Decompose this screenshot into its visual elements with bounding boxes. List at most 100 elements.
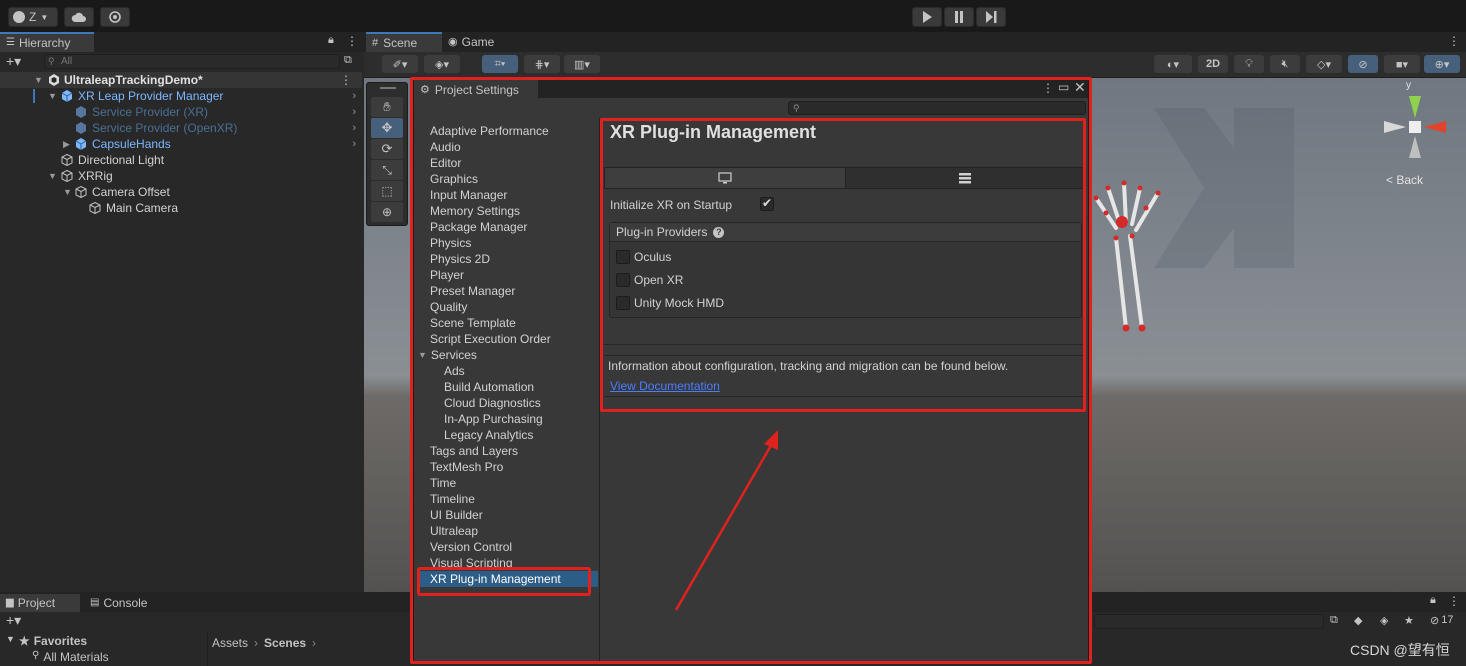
- account-dropdown[interactable]: Z ▼: [8, 7, 58, 27]
- fold-arrow-icon: ▶: [63, 139, 70, 149]
- kebab-menu-icon[interactable]: ⋮: [346, 34, 358, 48]
- breadcrumb: Assets › Scenes ›: [212, 636, 316, 650]
- transform-tool-button[interactable]: ⊕: [371, 202, 403, 222]
- hierarchy-item-label: Camera Offset: [92, 185, 170, 199]
- transform-icon: ⊕: [381, 205, 393, 219]
- tab-game[interactable]: ◉ Game: [444, 32, 514, 52]
- scale-icon: ⤡: [382, 163, 392, 177]
- step-button[interactable]: [976, 7, 1006, 27]
- shading-dropdown[interactable]: ◈▾: [424, 55, 460, 73]
- hierarchy-item[interactable]: ▼ Camera Offset: [0, 184, 362, 200]
- scale-tool-button[interactable]: ⤡: [371, 160, 403, 180]
- collab-button[interactable]: [100, 7, 130, 27]
- hierarchy-add-button[interactable]: +▾: [6, 53, 21, 70]
- chevron-right-icon[interactable]: ›: [352, 88, 356, 104]
- chevron-right-icon[interactable]: ›: [352, 120, 356, 136]
- rotate-tool-button[interactable]: ⟳: [371, 139, 403, 159]
- gameobject-cube-icon: [61, 154, 73, 166]
- project-add-button[interactable]: +▾: [6, 612, 21, 629]
- search-options-icon[interactable]: ⧉: [344, 54, 352, 67]
- fold-arrow-icon: ▼: [34, 75, 43, 85]
- breadcrumb-scenes[interactable]: Scenes: [264, 636, 306, 650]
- hand-tool-button[interactable]: ✋︎: [371, 97, 403, 117]
- chevron-right-icon[interactable]: ›: [352, 136, 356, 152]
- hidden-count: 17: [1441, 614, 1454, 626]
- tab-scene[interactable]: # Scene: [366, 32, 442, 52]
- project-search-input[interactable]: [1094, 614, 1324, 629]
- hierarchy-item-label: XRRig: [78, 169, 113, 183]
- favorites-header[interactable]: ▼ ★ Favorites: [6, 634, 87, 648]
- camera-dropdown[interactable]: ■▾: [1384, 55, 1420, 73]
- console-icon: ▤: [90, 597, 100, 608]
- grid-snap-dropdown[interactable]: ⋕▾: [524, 55, 560, 73]
- kebab-menu-icon[interactable]: ⋮: [340, 72, 352, 88]
- lock-icon[interactable]: 🔒︎: [1430, 594, 1436, 607]
- hierarchy-item[interactable]: ▶ CapsuleHands ›: [0, 136, 362, 152]
- hierarchy-tab[interactable]: ☰ Hierarchy: [0, 32, 94, 52]
- gizmos-dropdown[interactable]: ⊕▾: [1424, 55, 1460, 73]
- draw-mode-dropdown[interactable]: ✐▾: [382, 55, 418, 73]
- hierarchy-item[interactable]: Directional Light: [0, 152, 362, 168]
- back-link[interactable]: < Back: [1386, 173, 1423, 187]
- hand-icon: ✋︎: [383, 99, 391, 114]
- breadcrumb-assets[interactable]: Assets: [212, 636, 248, 650]
- account-icon: [13, 11, 25, 23]
- kebab-menu-icon[interactable]: ⋮: [1448, 34, 1460, 48]
- search-icon: ⚲: [48, 56, 55, 66]
- pause-button[interactable]: [944, 7, 974, 27]
- hierarchy-item[interactable]: Service Provider (OpenXR) ›: [0, 120, 362, 136]
- play-icon: [923, 11, 932, 23]
- search-by-type-icon[interactable]: ⧉: [1330, 614, 1338, 627]
- play-button[interactable]: [912, 7, 942, 27]
- cloud-button[interactable]: [64, 7, 94, 27]
- eye-slash-icon: ⊘: [1430, 615, 1440, 627]
- favorites-label: Favorites: [33, 634, 88, 648]
- chevron-right-icon[interactable]: ›: [352, 104, 356, 120]
- increment-snap-dropdown[interactable]: ▥▾: [564, 55, 600, 73]
- hierarchy-item[interactable]: Main Camera: [0, 200, 362, 216]
- prefab-cube-icon: [61, 90, 73, 102]
- star-icon[interactable]: ★: [1404, 614, 1414, 627]
- tools-palette: ✋︎ ✥ ⟳ ⤡ ⬚ ⊕: [366, 82, 408, 226]
- tab-project[interactable]: ▆ Project: [0, 594, 80, 612]
- hierarchy-tab-label: Hierarchy: [18, 36, 71, 50]
- hierarchy-item[interactable]: ▼ XRRig: [0, 168, 362, 184]
- prefab-cube-icon: [75, 138, 87, 150]
- tab-project-label: Project: [17, 596, 56, 610]
- selection-bar: [33, 89, 35, 103]
- effects-dropdown[interactable]: ◇▾: [1306, 55, 1342, 73]
- gizmo-y-label: y: [1406, 80, 1411, 91]
- tab-game-label: Game: [461, 35, 495, 49]
- tab-console[interactable]: ▤ Console: [84, 594, 164, 612]
- orientation-gizmo[interactable]: [1380, 92, 1450, 162]
- step-icon: [986, 11, 997, 23]
- hierarchy-search-input[interactable]: ⚲ All: [44, 54, 340, 69]
- kebab-menu-icon[interactable]: ⋮: [1448, 594, 1460, 608]
- pause-icon: [955, 11, 963, 23]
- rect-tool-button[interactable]: ⬚: [371, 181, 403, 201]
- search-icon: ⚲: [32, 650, 40, 661]
- move-tool-button[interactable]: ✥: [371, 118, 403, 138]
- hierarchy-item[interactable]: ▼ XR Leap Provider Manager ›: [0, 88, 362, 104]
- hierarchy-item[interactable]: Service Provider (XR) ›: [0, 104, 362, 120]
- gamepad-icon: ◉: [448, 36, 458, 48]
- hierarchy-item-label: Service Provider (OpenXR): [92, 121, 238, 135]
- list-icon: ☰: [6, 37, 15, 48]
- hidden-packages-toggle[interactable]: ⊘ 17: [1430, 614, 1453, 627]
- drag-handle[interactable]: [380, 87, 396, 89]
- lighting-toggle[interactable]: 💡︎: [1234, 55, 1264, 73]
- visibility-toggle[interactable]: ⊘: [1348, 55, 1378, 73]
- audio-toggle[interactable]: 🔇︎: [1270, 55, 1300, 73]
- label-icon[interactable]: ◈: [1380, 614, 1388, 627]
- render-mode-dropdown[interactable]: ◐▾: [1154, 55, 1192, 73]
- mode-2d-toggle[interactable]: 2D: [1198, 55, 1228, 73]
- scene-row[interactable]: ▼ UltraleapTrackingDemo* ⋮: [0, 72, 362, 88]
- filter-icon[interactable]: ◆: [1354, 614, 1362, 627]
- lock-icon[interactable]: 🔒︎: [328, 34, 334, 47]
- hierarchy-item-label: Service Provider (XR): [92, 105, 209, 119]
- watermark: CSDN @望有恒: [1350, 642, 1450, 658]
- pivot-toggle[interactable]: ⌗▾: [482, 55, 518, 73]
- capsule-hand-model: [1093, 180, 1161, 332]
- cloud-icon: [71, 12, 86, 22]
- favorite-item[interactable]: ⚲ All Materials: [32, 650, 109, 664]
